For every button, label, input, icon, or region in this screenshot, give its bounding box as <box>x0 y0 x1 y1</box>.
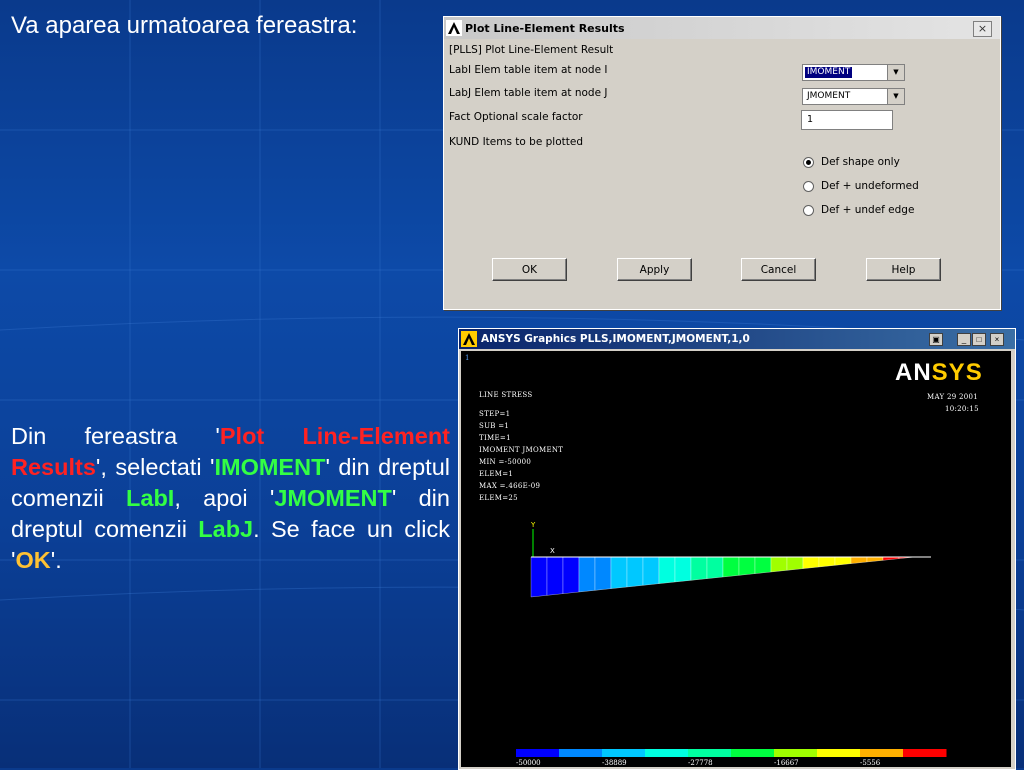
moment-segment <box>626 556 644 588</box>
moment-segment <box>802 556 820 569</box>
moment-segment <box>594 556 612 591</box>
moment-segment <box>834 556 852 566</box>
legend-swatch <box>645 749 689 757</box>
radio-label: Def + undef edge <box>821 204 915 216</box>
restore-icon[interactable]: ▣ <box>929 333 943 346</box>
paragraph-run: LabI <box>126 485 175 511</box>
ansys-logo-icon <box>461 331 477 347</box>
radio-selected-icon <box>803 156 814 168</box>
legend-swatch <box>903 749 947 757</box>
legend-swatch <box>731 749 775 757</box>
graphics-title: ANSYS Graphics PLLS,IMOMENT,JMOMENT,1,0 <box>481 333 750 345</box>
legend-swatch <box>602 749 646 757</box>
paragraph-run: ', selectati ' <box>95 454 215 480</box>
moment-segment <box>722 556 740 578</box>
chevron-down-icon[interactable]: ▼ <box>887 89 904 104</box>
moment-segment <box>674 556 692 583</box>
dialog-title: Plot Line-Element Results <box>465 21 625 35</box>
legend-label: -5556 <box>860 759 881 767</box>
paragraph-run: LabJ <box>198 516 254 542</box>
paragraph-run: Din fereastra ' <box>11 423 220 449</box>
legend-label: -16667 <box>774 759 799 767</box>
paragraph-run: '. <box>50 547 62 573</box>
fact-label: Fact Optional scale factor <box>449 111 583 123</box>
moment-segment <box>738 556 756 576</box>
moment-segment <box>882 556 900 561</box>
radio-def-undeformed[interactable]: Def + undeformed <box>803 180 919 192</box>
paragraph-run: JMOMENT <box>274 485 392 511</box>
labj-select-value: JMOMENT <box>807 91 851 101</box>
ansys-graphics-window: ANSYS Graphics PLLS,IMOMENT,JMOMENT,1,0 … <box>458 328 1016 770</box>
axis-y-label: Y <box>530 521 536 529</box>
fact-input[interactable]: 1 <box>801 110 893 130</box>
moment-segment <box>562 556 580 594</box>
moment-segment <box>866 556 884 563</box>
moment-segment <box>658 556 676 584</box>
moment-segment <box>578 556 596 593</box>
legend-label: -38889 <box>602 759 627 767</box>
radio-label: Def shape only <box>821 156 900 168</box>
moment-diagram: YX-50000-38889-27778-16667-5556-44444-33… <box>516 521 947 767</box>
paragraph-run: OK <box>15 547 51 573</box>
moment-segment <box>706 556 724 579</box>
moment-segment <box>530 556 548 598</box>
ok-button[interactable]: OK <box>492 258 567 281</box>
dialog-header: [PLLS] Plot Line-Element Result <box>449 44 614 56</box>
legend-swatch <box>516 749 560 757</box>
legend-swatch <box>817 749 861 757</box>
chevron-down-icon[interactable]: ▼ <box>887 65 904 80</box>
cancel-button[interactable]: Cancel <box>741 258 816 281</box>
labj-label: LabJ Elem table item at node J <box>449 87 608 99</box>
radio-def-shape-only[interactable]: Def shape only <box>803 156 900 168</box>
legend-swatch <box>559 749 603 757</box>
legend-swatch <box>688 749 732 757</box>
legend-label: -27778 <box>688 759 713 767</box>
maximize-icon[interactable]: □ <box>972 333 986 346</box>
dialog-title-bar[interactable]: Plot Line-Element Results <box>444 17 1000 39</box>
axis-x-label: X <box>550 547 555 555</box>
legend-swatch <box>774 749 818 757</box>
kund-label: KUND Items to be plotted <box>449 136 583 148</box>
radio-label: Def + undeformed <box>821 180 919 192</box>
ansys-logo-icon <box>446 20 462 36</box>
labi-label: LabI Elem table item at node I <box>449 64 608 76</box>
radio-def-undef-edge[interactable]: Def + undef edge <box>803 204 914 216</box>
legend-label: -50000 <box>516 759 541 767</box>
moment-segment <box>754 556 772 574</box>
labi-select[interactable]: IMOMENT ▼ <box>802 64 905 81</box>
radio-icon <box>803 180 814 192</box>
labj-select[interactable]: JMOMENT ▼ <box>802 88 905 105</box>
minimize-icon[interactable]: _ <box>957 333 971 346</box>
instruction-paragraph: Din fereastra 'Plot Line-Element Results… <box>11 421 450 576</box>
close-icon[interactable]: × <box>973 21 992 37</box>
moment-segment <box>610 556 628 589</box>
moment-segment <box>770 556 788 573</box>
moment-segment <box>850 556 868 564</box>
moment-segment <box>546 556 564 596</box>
moment-segment <box>690 556 708 581</box>
help-button[interactable]: Help <box>866 258 941 281</box>
graphics-canvas[interactable]: 1 LINE STRESS STEP=1 SUB =1 TIME=1 IMOMENT J… <box>461 351 1011 767</box>
moment-segment <box>642 556 660 586</box>
apply-button[interactable]: Apply <box>617 258 692 281</box>
moment-segment <box>818 556 836 568</box>
moment-segment <box>786 556 804 571</box>
legend-swatch <box>860 749 904 757</box>
radio-icon <box>803 204 814 216</box>
paragraph-run: , apoi ' <box>174 485 275 511</box>
labi-select-value: IMOMENT <box>805 67 853 78</box>
plot-line-element-dialog: Plot Line-Element Results × [PLLS] Plot … <box>443 16 1001 310</box>
close-icon[interactable]: × <box>990 333 1004 346</box>
paragraph-run: IMOMENT <box>214 454 326 480</box>
slide-title: Va aparea urmatoarea fereastra: <box>11 12 358 39</box>
